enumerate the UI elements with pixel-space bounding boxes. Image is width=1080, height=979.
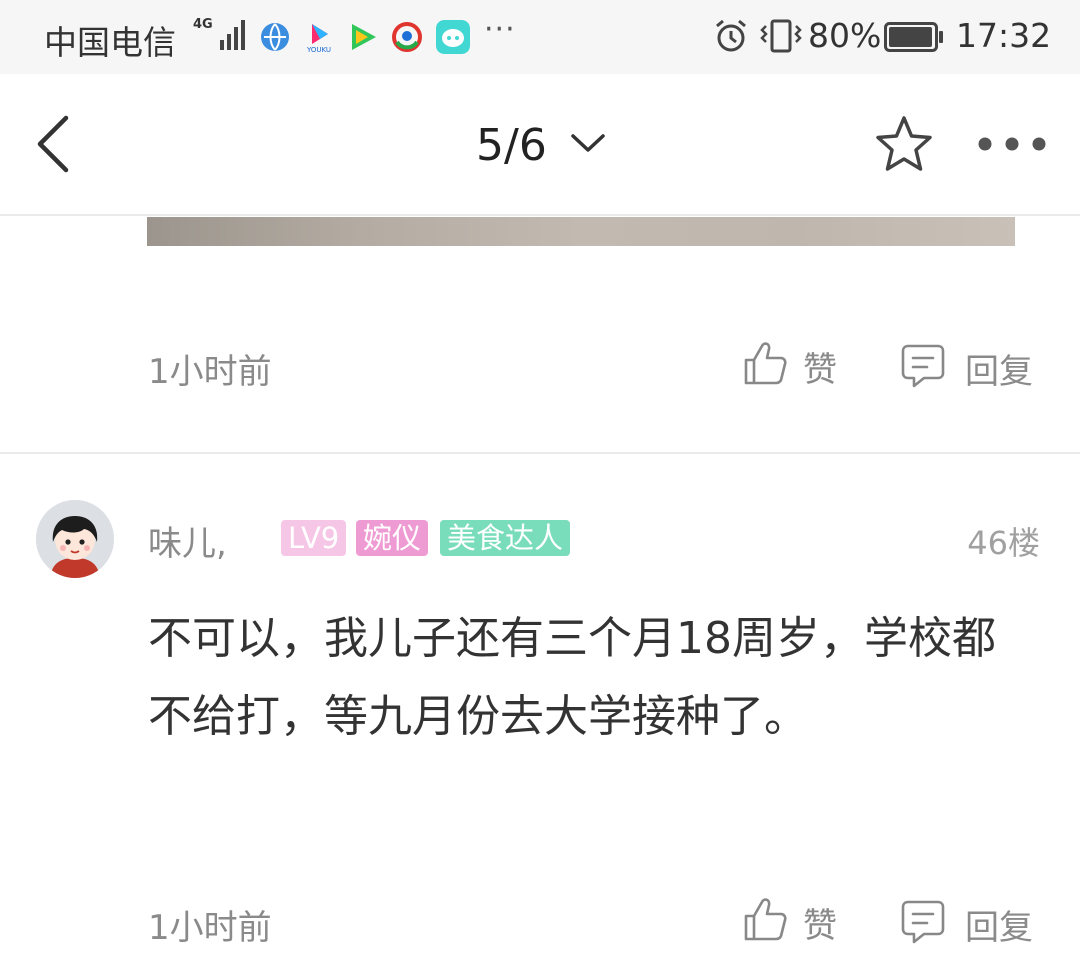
youku-app-icon: YOUKU	[306, 24, 331, 54]
like-button[interactable]: 赞	[803, 898, 837, 947]
reply-button[interactable]: 回复	[965, 344, 1033, 393]
avatar[interactable]	[36, 500, 114, 578]
clock: 17:32	[956, 16, 1052, 55]
vibrate-icon	[760, 19, 802, 53]
comment-divider	[0, 452, 1080, 454]
comment-image[interactable]	[147, 217, 1015, 246]
comment-time: 1小时前	[148, 352, 272, 392]
comment-time: 1小时前	[148, 908, 272, 948]
browser-app-icon	[261, 23, 289, 51]
more-notifications-icon: ···	[484, 12, 516, 47]
floor-number: 46楼	[967, 524, 1040, 562]
username[interactable]: 味儿,	[148, 516, 227, 565]
avatar-cartoon-icon	[36, 500, 114, 578]
chat-app-icon	[436, 20, 470, 54]
svg-text:YOUKU: YOUKU	[306, 46, 331, 54]
battery-icon	[884, 22, 943, 52]
rank-badge: 婉仪	[356, 520, 429, 556]
level-badge: LV9	[281, 520, 347, 556]
battery-percent: 80%	[808, 16, 882, 55]
title-badge: 美食达人	[440, 520, 571, 556]
reply-button[interactable]: 回复	[965, 900, 1033, 949]
status-bar: 中国电信 4G YOUKU ··· 80% 17:32	[0, 0, 1080, 74]
page-indicator[interactable]: 5/6	[476, 120, 547, 171]
favorite-star-icon[interactable]	[872, 114, 936, 176]
reply-bubble-icon[interactable]	[900, 342, 946, 388]
video-app-icon	[352, 24, 376, 50]
reply-bubble-icon[interactable]	[900, 898, 946, 944]
carrier-label: 中国电信	[44, 23, 176, 62]
more-options-icon[interactable]	[976, 132, 1048, 156]
chevron-down-icon[interactable]	[568, 128, 608, 158]
top-navigation-bar: 5/6	[0, 74, 1080, 216]
alarm-icon	[716, 19, 746, 52]
news-app-icon	[392, 22, 422, 52]
thumbs-up-icon[interactable]	[742, 340, 788, 386]
signal-strength-icon	[220, 20, 245, 50]
comment-text: 不可以，我儿子还有三个月18周岁，学校都不给打，等九月份去大学接种了。	[148, 613, 996, 742]
thumbs-up-icon[interactable]	[742, 896, 788, 942]
like-button[interactable]: 赞	[803, 342, 837, 391]
back-arrow-icon[interactable]	[30, 114, 74, 174]
